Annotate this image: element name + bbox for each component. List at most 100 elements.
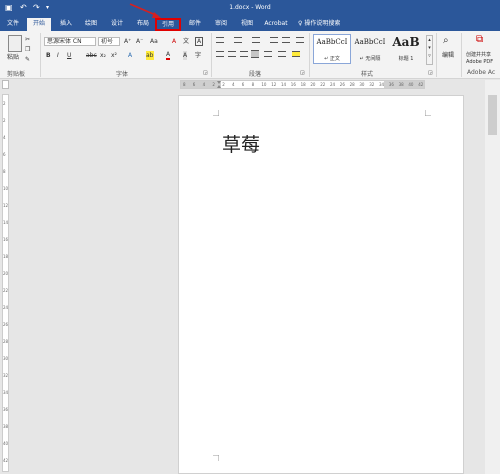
tab-home[interactable]: 开始: [27, 18, 51, 31]
find-icon[interactable]: ⌕: [443, 36, 449, 46]
paragraph-dialog-launcher-icon[interactable]: ◲: [300, 69, 305, 78]
multilevel-list-icon[interactable]: [252, 37, 260, 43]
superscript-button[interactable]: x²: [111, 51, 117, 60]
change-case-button[interactable]: Aa: [150, 37, 158, 46]
align-left-icon[interactable]: [216, 51, 224, 57]
numbering-icon[interactable]: [234, 37, 242, 43]
distributed-icon[interactable]: [264, 51, 272, 57]
tab-file[interactable]: 文件: [2, 18, 24, 31]
ruler-tick-label: 10: [261, 82, 267, 87]
ruler-tick-label: 6: [3, 152, 6, 157]
ruler-tick-label: 32: [369, 82, 375, 87]
font-family-select[interactable]: 思源宋体 CN: [44, 37, 96, 46]
crop-mark: [213, 110, 219, 116]
ruler-tick-label: 18: [3, 254, 9, 259]
document-page[interactable]: 草莓: [178, 95, 464, 474]
bullets-icon[interactable]: [216, 37, 224, 43]
ruler-tick-label: 24: [3, 305, 9, 310]
styles-group-label: 样式: [361, 71, 374, 78]
ruler-tick-label: 6: [241, 82, 245, 87]
shrink-font-button[interactable]: A⁻: [136, 37, 143, 46]
line-spacing-icon[interactable]: [278, 51, 286, 57]
scrollbar-thumb[interactable]: [488, 95, 497, 135]
clear-format-button[interactable]: A: [172, 37, 176, 46]
vertical-scrollbar[interactable]: [485, 80, 500, 474]
style-heading-1[interactable]: AaB 标题 1: [387, 34, 425, 64]
ruler-tick-label: 24: [330, 82, 336, 87]
ruler-tick-label: 2: [3, 118, 6, 123]
italic-button[interactable]: I: [57, 51, 59, 60]
underline-button[interactable]: U: [67, 51, 71, 60]
styles-gallery-scroll[interactable]: ▴ ▾ ▿: [426, 35, 433, 65]
paragraph-group-label: 段落: [249, 71, 262, 78]
asian-layout-icon[interactable]: [296, 37, 304, 43]
ruler-tick-label: 28: [3, 339, 9, 344]
justify-icon[interactable]: [251, 50, 259, 58]
group-divider: [211, 33, 212, 77]
ruler-tick-label: 22: [3, 288, 9, 293]
paste-button[interactable]: 粘贴: [7, 53, 19, 62]
ruler-tick-label: 26: [3, 322, 9, 327]
tab-view[interactable]: 视图: [235, 18, 259, 31]
strikethrough-button[interactable]: abc: [86, 51, 97, 60]
font-dialog-launcher-icon[interactable]: ◲: [203, 69, 208, 78]
paste-icon[interactable]: [8, 35, 22, 52]
highlight-button[interactable]: ab: [146, 51, 154, 60]
ribbon-tab-bar: 文件 开始 插入 绘图 设计 布局 引用 邮件 审阅 视图 Acrobat ♀ …: [0, 15, 500, 31]
font-color-button[interactable]: A: [166, 51, 171, 60]
shading-icon[interactable]: [292, 51, 300, 57]
cut-icon[interactable]: ✂: [25, 35, 30, 44]
group-divider: [40, 33, 41, 77]
vertical-ruler[interactable]: 2 2 4 6 8 10 12 14 16 18 20 22 24 26 28 30 32 34 36 38 40 42: [2, 94, 9, 472]
align-center-icon[interactable]: [228, 51, 236, 57]
tab-design[interactable]: 设计: [105, 18, 129, 31]
enclose-char-button[interactable]: 字: [195, 51, 201, 60]
subscript-button[interactable]: x₂: [100, 51, 106, 60]
style-normal[interactable]: AaBbCcI ↵ 正文: [313, 34, 351, 64]
ruler-tick-label: 2: [212, 82, 215, 87]
align-right-icon[interactable]: [240, 51, 248, 57]
bold-button[interactable]: B: [46, 51, 51, 60]
pinyin-guide-button[interactable]: 文: [183, 37, 189, 46]
adobe-pdf-label: Adobe PDF: [466, 59, 494, 65]
ruler-tick-label: 8: [3, 169, 6, 174]
tab-selector[interactable]: [2, 80, 9, 89]
ruler-tick-label: 40: [408, 82, 414, 87]
format-painter-icon[interactable]: ✎: [25, 55, 30, 64]
font-size-select[interactable]: 初号: [98, 37, 120, 46]
char-shading-button[interactable]: A: [183, 51, 188, 60]
acrobat-icon: ⧉: [476, 34, 484, 45]
style-no-spacing[interactable]: AaBbCcI ↵ 无间隔: [351, 34, 389, 64]
copy-icon[interactable]: ❐: [25, 45, 30, 54]
tab-review[interactable]: 审阅: [209, 18, 233, 31]
text-effect-button[interactable]: A: [128, 51, 132, 60]
ruler-tick-label: 2: [222, 82, 225, 87]
tab-mailings[interactable]: 邮件: [183, 18, 207, 31]
ruler-tick-label: 28: [349, 82, 355, 87]
group-divider: [461, 33, 462, 77]
styles-dialog-launcher-icon[interactable]: ◲: [428, 69, 433, 78]
crop-mark: [425, 110, 431, 116]
title-bar: ▣ ↶ ↷ ▾ 1.docx - Word: [0, 0, 500, 15]
ruler-tick-label: 42: [3, 458, 9, 463]
decrease-indent-icon[interactable]: [270, 37, 278, 43]
create-and-share-button[interactable]: 创建并共享: [466, 52, 491, 59]
tab-insert[interactable]: 插入: [55, 18, 77, 31]
ruler-margin-left: [181, 81, 221, 88]
ruler-tick-label: 8: [183, 82, 186, 87]
horizontal-ruler[interactable]: 8 6 4 2 2 4 6 8 10 12 14 16 18 20 22 24 26 28 30 32 34 36 38 40…: [180, 80, 425, 89]
grow-font-button[interactable]: A⁺: [124, 37, 131, 46]
tab-acrobat[interactable]: Acrobat: [261, 18, 291, 31]
editing-button[interactable]: 编辑: [442, 51, 454, 60]
increase-indent-icon[interactable]: [282, 37, 290, 43]
ruler-tick-label: 14: [3, 220, 9, 225]
ruler-tick-label: 2: [3, 101, 6, 106]
tell-me-search[interactable]: ♀ 操作说明搜索: [298, 18, 340, 30]
ruler-tick-label: 34: [379, 82, 385, 87]
ruler-tick-label: 30: [3, 356, 9, 361]
group-divider: [309, 33, 310, 77]
char-border-button[interactable]: A: [195, 37, 204, 46]
tab-draw[interactable]: 绘图: [80, 18, 102, 31]
document-body-text[interactable]: 草莓: [222, 130, 260, 157]
ruler-tick-label: 36: [388, 82, 394, 87]
